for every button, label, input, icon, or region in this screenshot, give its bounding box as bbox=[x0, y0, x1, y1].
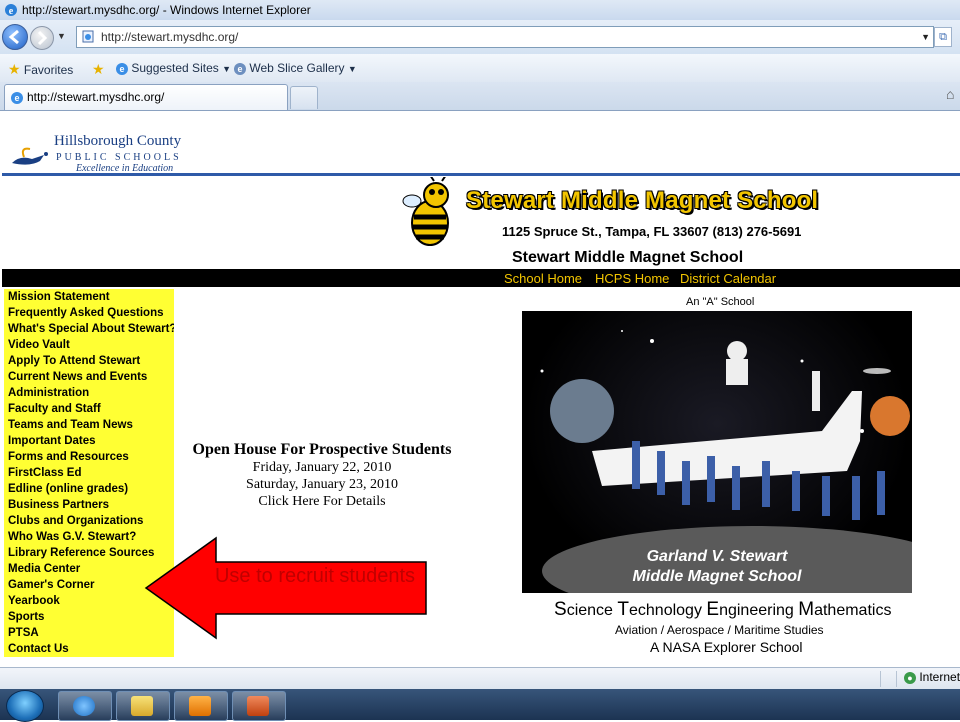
ie-taskbar-icon bbox=[73, 696, 95, 716]
folder-icon bbox=[131, 696, 153, 716]
stem-tagline: Science Technology Engineering Mathemati… bbox=[554, 599, 891, 621]
status-divider bbox=[896, 671, 897, 687]
open-house-announcement[interactable]: Open House For Prospective Students Frid… bbox=[172, 441, 472, 510]
recent-pages-dropdown[interactable]: ▼ bbox=[57, 31, 66, 41]
sidebar-nav-item[interactable]: Edline (online grades) bbox=[4, 481, 174, 497]
sidebar-nav-item[interactable]: Business Partners bbox=[4, 497, 174, 513]
stem-engineering: ngineering bbox=[719, 602, 799, 619]
suggested-sites-button[interactable]: e Suggested Sites ▼ bbox=[116, 61, 231, 75]
web-slice-gallery-label: Web Slice Gallery bbox=[249, 61, 345, 75]
sidebar-nav-item[interactable]: Contact Us bbox=[4, 641, 174, 657]
address-dropdown-icon[interactable]: ▼ bbox=[921, 27, 930, 47]
stem-mathematics: athematics bbox=[814, 602, 892, 619]
district-name: Hillsborough County bbox=[54, 133, 182, 149]
sidebar-nav-item[interactable]: FirstClass Ed bbox=[4, 465, 174, 481]
taskbar-powerpoint[interactable] bbox=[232, 691, 286, 721]
annotation-text: Use to recruit students bbox=[214, 565, 416, 587]
new-tab-button[interactable] bbox=[290, 86, 318, 109]
school-subtitle: Stewart Middle Magnet School bbox=[512, 249, 744, 266]
taskbar-media-player[interactable] bbox=[174, 691, 228, 721]
add-favorite-star-icon: ★ bbox=[92, 61, 105, 77]
header-divider bbox=[2, 173, 960, 176]
sidebar-nav-item[interactable]: Frequently Asked Questions bbox=[4, 305, 174, 321]
svg-text:e: e bbox=[9, 6, 14, 17]
favorites-label: Favorites bbox=[23, 63, 74, 77]
security-zone[interactable]: ● Internet bbox=[904, 670, 960, 684]
taskbar-explorer[interactable] bbox=[116, 691, 170, 721]
top-links-bar bbox=[2, 269, 960, 287]
hcps-home-link[interactable]: HCPS Home bbox=[595, 271, 669, 286]
stem-letter-s: S bbox=[554, 599, 567, 620]
sidebar-nav-item[interactable]: Video Vault bbox=[4, 337, 174, 353]
tab-page-icon: e bbox=[11, 91, 23, 104]
start-button[interactable] bbox=[6, 690, 44, 722]
web-slice-icon: e bbox=[234, 62, 246, 75]
home-icon[interactable]: ⌂ bbox=[946, 86, 954, 102]
forward-button[interactable] bbox=[30, 26, 54, 50]
stem-letter-e: E bbox=[706, 599, 720, 620]
forward-arrow-icon bbox=[37, 30, 48, 46]
favorites-button[interactable]: ★ Favorites bbox=[8, 61, 73, 78]
school-home-link[interactable]: School Home bbox=[504, 271, 582, 286]
stem-science: cience bbox=[566, 602, 618, 619]
globe-icon: ● bbox=[904, 671, 916, 684]
photo-caption-line-2: Middle Magnet School bbox=[633, 568, 802, 585]
stem-letter-m: M bbox=[798, 599, 815, 620]
a-school-label: An "A" School bbox=[686, 296, 755, 308]
sidebar-nav-item[interactable]: Forms and Resources bbox=[4, 449, 174, 465]
ie-logo-icon: e bbox=[5, 4, 17, 17]
open-house-date-2: Saturday, January 23, 2010 bbox=[246, 477, 398, 492]
page-icon bbox=[82, 30, 94, 43]
favorites-star-icon: ★ bbox=[8, 61, 21, 77]
chevron-down-icon: ▼ bbox=[222, 64, 232, 74]
chevron-down-icon: ▼ bbox=[347, 64, 357, 74]
district-subtitle: PUBLIC SCHOOLS bbox=[56, 152, 182, 163]
lamp-of-learning-icon bbox=[12, 147, 48, 165]
space-shuttle-photo-image: Garland V. Stewart Middle Magnet School bbox=[540, 330, 912, 593]
security-zone-label: Internet bbox=[919, 670, 960, 684]
school-title: Stewart Middle Magnet School bbox=[466, 187, 819, 214]
sidebar-nav-item[interactable]: What's Special About Stewart? bbox=[4, 321, 174, 337]
address-url[interactable]: http://stewart.mysdhc.org/ bbox=[101, 27, 238, 47]
school-address: 1125 Spruce St., Tampa, FL 33607 (813) 2… bbox=[502, 224, 802, 239]
photo-caption-line-1: Garland V. Stewart bbox=[647, 548, 788, 565]
nasa-explorer-line: A NASA Explorer School bbox=[650, 639, 803, 655]
powerpoint-icon bbox=[247, 696, 269, 716]
sidebar-nav-item[interactable]: Teams and Team News bbox=[4, 417, 174, 433]
favorites-bar: ★ Favorites ★ e Suggested Sites ▼ e Web … bbox=[0, 54, 960, 82]
sidebar-nav-item[interactable]: Mission Statement bbox=[4, 289, 174, 305]
address-bar[interactable]: http://stewart.mysdhc.org/ ▼ bbox=[76, 26, 934, 48]
suggested-sites-label: Suggested Sites bbox=[131, 61, 219, 75]
media-player-icon bbox=[189, 696, 211, 716]
sidebar-nav-item[interactable]: Clubs and Organizations bbox=[4, 513, 174, 529]
open-house-date-1: Friday, January 22, 2010 bbox=[252, 460, 392, 475]
programs-line: Aviation / Aerospace / Maritime Studies bbox=[615, 623, 824, 637]
sidebar-nav-item[interactable]: Administration bbox=[4, 385, 174, 401]
add-to-favorites-bar-button[interactable]: ★ bbox=[92, 61, 105, 78]
stem-letter-t: T bbox=[617, 599, 629, 620]
open-house-details-link[interactable]: Click Here For Details bbox=[172, 493, 472, 510]
bee-mascot-icon bbox=[402, 177, 449, 246]
status-divider bbox=[880, 671, 881, 687]
taskbar-internet-explorer[interactable] bbox=[58, 691, 112, 721]
ie-page-icon: e bbox=[116, 62, 128, 75]
tab-label: http://stewart.mysdhc.org/ bbox=[27, 90, 165, 104]
school-photo[interactable]: Garland V. Stewart Middle Magnet School bbox=[522, 311, 912, 593]
open-house-heading[interactable]: Open House For Prospective Students bbox=[172, 441, 472, 459]
status-bar: ● Internet bbox=[0, 667, 960, 690]
stem-technology: echnology bbox=[629, 602, 707, 619]
compatibility-view-button[interactable]: ⧉ bbox=[934, 27, 952, 47]
back-button[interactable] bbox=[2, 24, 28, 50]
sidebar-nav-item[interactable]: Current News and Events bbox=[4, 369, 174, 385]
back-arrow-icon bbox=[8, 29, 19, 45]
window-title: http://stewart.mysdhc.org/ - Windows Int… bbox=[22, 3, 311, 17]
window-title-bar: e http://stewart.mysdhc.org/ - Windows I… bbox=[0, 0, 960, 20]
tab-stewart[interactable]: e http://stewart.mysdhc.org/ bbox=[4, 84, 288, 110]
sidebar-nav-item[interactable]: Faculty and Staff bbox=[4, 401, 174, 417]
sidebar-nav-item[interactable]: Apply To Attend Stewart bbox=[4, 353, 174, 369]
sidebar-nav-item[interactable]: Important Dates bbox=[4, 433, 174, 449]
web-slice-gallery-button[interactable]: e Web Slice Gallery ▼ bbox=[234, 61, 357, 75]
district-calendar-link[interactable]: District Calendar bbox=[680, 271, 776, 286]
